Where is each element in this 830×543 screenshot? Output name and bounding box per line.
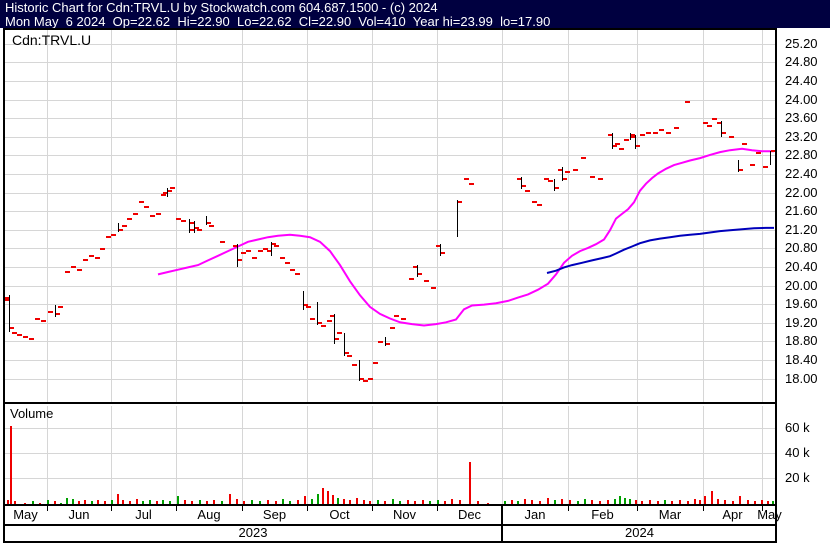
stock-chart-screen: Historic Chart for Cdn:TRVL.U by Stockwa… xyxy=(0,0,830,543)
price-tick-label: 22.80 xyxy=(785,147,818,162)
month-label: Feb xyxy=(591,507,614,522)
month-label: May xyxy=(757,507,782,522)
price-tick-label: 23.60 xyxy=(785,110,818,125)
price-panel xyxy=(3,28,777,404)
price-tick-label: 20.40 xyxy=(785,259,818,274)
price-tick-label: 24.40 xyxy=(785,73,818,88)
month-label: May xyxy=(13,507,38,522)
price-tick-label: 22.40 xyxy=(785,166,818,181)
volume-tick-label: 60 k xyxy=(785,420,810,435)
month-label: Mar xyxy=(658,507,682,522)
month-tick xyxy=(637,506,638,511)
chart-title: Historic Chart for Cdn:TRVL.U by Stockwa… xyxy=(5,0,438,15)
month-label: Dec xyxy=(457,507,482,522)
price-tick-label: 18.40 xyxy=(785,352,818,367)
price-tick-label: 24.00 xyxy=(785,92,818,107)
year-label: 2023 xyxy=(238,525,268,540)
year-label: 2024 xyxy=(625,525,654,540)
volume-tick-label: 20 k xyxy=(785,470,810,485)
volume-panel-label: Volume xyxy=(10,406,54,421)
symbol-label: Cdn:TRVL.U xyxy=(12,32,92,48)
month-label: Nov xyxy=(392,507,417,522)
month-tick xyxy=(176,506,177,511)
price-tick-label: 18.80 xyxy=(785,333,818,348)
price-tick-label: 22.00 xyxy=(785,185,818,200)
price-tick-label: 18.00 xyxy=(785,371,818,386)
year-axis-row xyxy=(3,524,777,543)
month-label: Apr xyxy=(722,507,743,522)
year-separator xyxy=(501,504,503,543)
price-tick-label: 24.80 xyxy=(785,54,818,69)
month-tick xyxy=(242,506,243,511)
price-tick-label: 21.60 xyxy=(785,203,818,218)
price-tick-label: 25.20 xyxy=(785,36,818,51)
price-tick-label: 21.20 xyxy=(785,222,818,237)
quote-summary-line: Mon May 6 2024 Op=22.62 Hi=22.90 Lo=22.6… xyxy=(5,14,551,29)
price-tick-label: 19.20 xyxy=(785,315,818,330)
month-label: Aug xyxy=(197,507,221,522)
month-tick xyxy=(568,506,569,511)
month-label: Oct xyxy=(329,507,350,522)
price-tick-label: 20.00 xyxy=(785,278,818,293)
volume-tick-label: 40 k xyxy=(785,445,810,460)
price-tick-label: 23.20 xyxy=(785,129,818,144)
month-label: Jun xyxy=(68,507,90,522)
month-tick xyxy=(372,506,373,511)
volume-panel xyxy=(3,402,777,506)
month-label: Jul xyxy=(135,507,152,522)
month-tick xyxy=(307,506,308,511)
month-tick xyxy=(111,506,112,511)
month-tick xyxy=(47,506,48,511)
month-tick xyxy=(437,506,438,511)
price-tick-label: 20.80 xyxy=(785,240,818,255)
month-label: Sep xyxy=(262,507,287,522)
month-tick xyxy=(703,506,704,511)
price-tick-label: 19.60 xyxy=(785,296,818,311)
month-label: Jan xyxy=(524,507,546,522)
